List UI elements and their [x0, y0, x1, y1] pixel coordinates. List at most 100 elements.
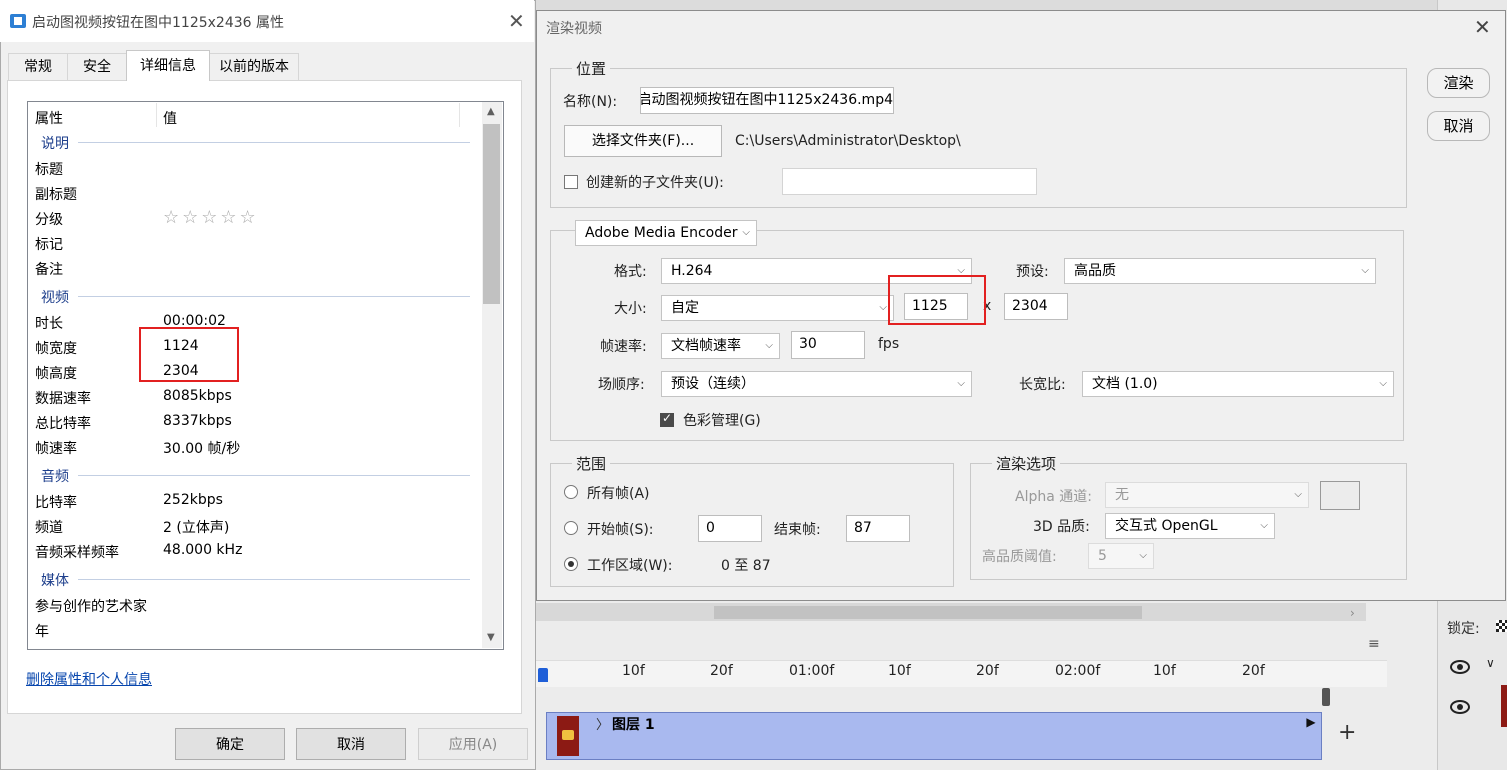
- property-value: 48.000 kHz: [163, 542, 243, 558]
- expand-chevron-icon[interactable]: 〉: [596, 714, 609, 733]
- scroll-down-icon[interactable]: ▼: [487, 632, 495, 643]
- frame-rate-mode-select[interactable]: 文档帧速率 ⌵: [661, 333, 780, 359]
- group-heading-video: 视频: [41, 290, 69, 306]
- ok-button[interactable]: 确定: [175, 728, 285, 760]
- column-header-property[interactable]: 属性: [35, 108, 63, 128]
- render-button[interactable]: 渲染: [1427, 68, 1490, 98]
- tab-previous-versions[interactable]: 以前的版本: [209, 53, 299, 80]
- encoder-select[interactable]: Adobe Media Encoder ⌵: [575, 220, 757, 246]
- chevron-down-icon: ⌵: [1139, 550, 1147, 561]
- track-end-arrow-icon[interactable]: ▶: [1304, 715, 1318, 729]
- chevron-down-icon: ⌵: [1379, 378, 1387, 389]
- property-name: 标题: [35, 162, 63, 178]
- group-heading-media: 媒体: [41, 573, 69, 589]
- matte-color-swatch[interactable]: [1320, 481, 1360, 510]
- ruler-tick-label: 10f: [1153, 663, 1176, 679]
- field-order-select[interactable]: 预设（连续） ⌵: [661, 371, 972, 397]
- work-area-radio[interactable]: [564, 557, 578, 571]
- details-scrollbar-thumb[interactable]: [483, 124, 500, 304]
- visibility-eye-icon[interactable]: [1450, 700, 1470, 714]
- 3d-quality-select[interactable]: 交互式 OpenGL ⌵: [1105, 513, 1275, 539]
- all-frames-label: 所有帧(A): [587, 486, 650, 502]
- visibility-eye-icon[interactable]: [1450, 660, 1470, 674]
- tab-security[interactable]: 安全: [67, 53, 127, 80]
- aspect-ratio-select[interactable]: 文档 (1.0) ⌵: [1082, 371, 1394, 397]
- property-value: 252kbps: [163, 492, 223, 508]
- frame-rate-label: 帧速率:: [600, 339, 647, 355]
- aspect-ratio-label: 长宽比:: [1019, 377, 1066, 393]
- field-order-value: 预设（连续）: [671, 376, 755, 392]
- layer-thumbnail: [1501, 685, 1507, 727]
- property-name: 参与创作的艺术家: [35, 599, 147, 615]
- ruler-tick-label: 20f: [976, 663, 999, 679]
- property-name: 帧速率: [35, 441, 77, 457]
- work-area-end-handle[interactable]: [1322, 688, 1330, 706]
- highlight-box-width: [888, 275, 986, 325]
- column-divider[interactable]: [459, 103, 460, 127]
- color-management-checkbox[interactable]: [660, 411, 674, 427]
- ruler-tick-label: 01:00f: [789, 663, 835, 679]
- layer-track[interactable]: [546, 712, 1322, 760]
- 3d-quality-label: 3D 品质:: [1033, 519, 1090, 535]
- ruler-tick-label: 20f: [710, 663, 733, 679]
- height-input[interactable]: 2304: [1004, 293, 1068, 320]
- fps-unit: fps: [878, 336, 900, 352]
- group-divider: [78, 142, 470, 143]
- lock-transparency-icon[interactable]: [1496, 620, 1507, 632]
- property-name: 帧宽度: [35, 341, 77, 357]
- playhead[interactable]: [538, 668, 548, 682]
- rating-stars[interactable]: ☆☆☆☆☆: [163, 207, 259, 228]
- column-header-value[interactable]: 值: [163, 108, 177, 128]
- cancel-button[interactable]: 取消: [296, 728, 406, 760]
- chevron-down-icon: ⌵: [1294, 489, 1302, 500]
- tab-general[interactable]: 常规: [8, 53, 68, 80]
- video-file-icon: [10, 14, 26, 28]
- properties-title: 启动图视频按钮在图中1125x2436 属性: [32, 15, 284, 31]
- close-icon[interactable]: ✕: [508, 9, 525, 33]
- alpha-channel-value: 无: [1115, 487, 1129, 503]
- scroll-up-icon[interactable]: ▲: [487, 106, 495, 117]
- size-value: 自定: [671, 300, 699, 316]
- add-track-button[interactable]: +: [1338, 722, 1356, 744]
- remove-properties-link[interactable]: 删除属性和个人信息: [26, 669, 152, 689]
- field-order-label: 场顺序:: [598, 377, 645, 393]
- chevron-down-icon: ⌵: [765, 340, 773, 351]
- details-list[interactable]: [27, 101, 504, 650]
- subfolder-input[interactable]: [782, 168, 1037, 195]
- property-name: 备注: [35, 262, 63, 278]
- all-frames-radio[interactable]: [564, 485, 578, 499]
- start-frame-radio[interactable]: [564, 521, 578, 535]
- close-icon[interactable]: ✕: [1474, 15, 1491, 39]
- chevron-down-icon: ⌵: [957, 378, 965, 389]
- render-cancel-button[interactable]: 取消: [1427, 111, 1490, 141]
- property-value: 2 (立体声): [163, 520, 230, 536]
- file-name-input[interactable]: 启动图视频按钮在图中1125x2436.mp4: [640, 87, 894, 114]
- ruler-tick-label: 10f: [622, 663, 645, 679]
- column-divider[interactable]: [156, 103, 157, 127]
- timeline-menu-icon[interactable]: ≡: [1368, 636, 1380, 652]
- preset-label: 预设:: [1016, 264, 1049, 280]
- scroll-right-icon[interactable]: ›: [1350, 606, 1355, 620]
- apply-button[interactable]: 应用(A): [418, 728, 528, 760]
- alpha-channel-select[interactable]: 无 ⌵: [1105, 482, 1309, 508]
- hq-threshold-select[interactable]: 5 ⌵: [1088, 543, 1154, 569]
- property-name: 分级: [35, 212, 63, 228]
- size-select[interactable]: 自定 ⌵: [661, 295, 894, 321]
- format-value: H.264: [671, 263, 713, 279]
- end-frame-input[interactable]: 87: [846, 515, 910, 542]
- choose-folder-button[interactable]: 选择文件夹(F)...: [564, 125, 722, 157]
- create-subfolder-label: 创建新的子文件夹(U):: [586, 175, 724, 191]
- start-frame-input[interactable]: 0: [698, 515, 762, 542]
- aspect-ratio-value: 文档 (1.0): [1092, 376, 1158, 392]
- render-hscroll-thumb[interactable]: [714, 606, 1142, 619]
- alpha-channel-label: Alpha 通道:: [1015, 489, 1092, 505]
- create-subfolder-checkbox[interactable]: [564, 175, 578, 189]
- property-name: 比特率: [35, 495, 77, 511]
- preset-select[interactable]: 高品质 ⌵: [1064, 258, 1376, 284]
- frame-rate-input[interactable]: 30: [791, 331, 865, 359]
- tab-details[interactable]: 详细信息: [126, 50, 210, 81]
- property-name: 副标题: [35, 187, 77, 203]
- group-divider: [78, 579, 470, 580]
- expand-chevron-icon[interactable]: ∨: [1486, 656, 1495, 670]
- ruler-tick-label: 20f: [1242, 663, 1265, 679]
